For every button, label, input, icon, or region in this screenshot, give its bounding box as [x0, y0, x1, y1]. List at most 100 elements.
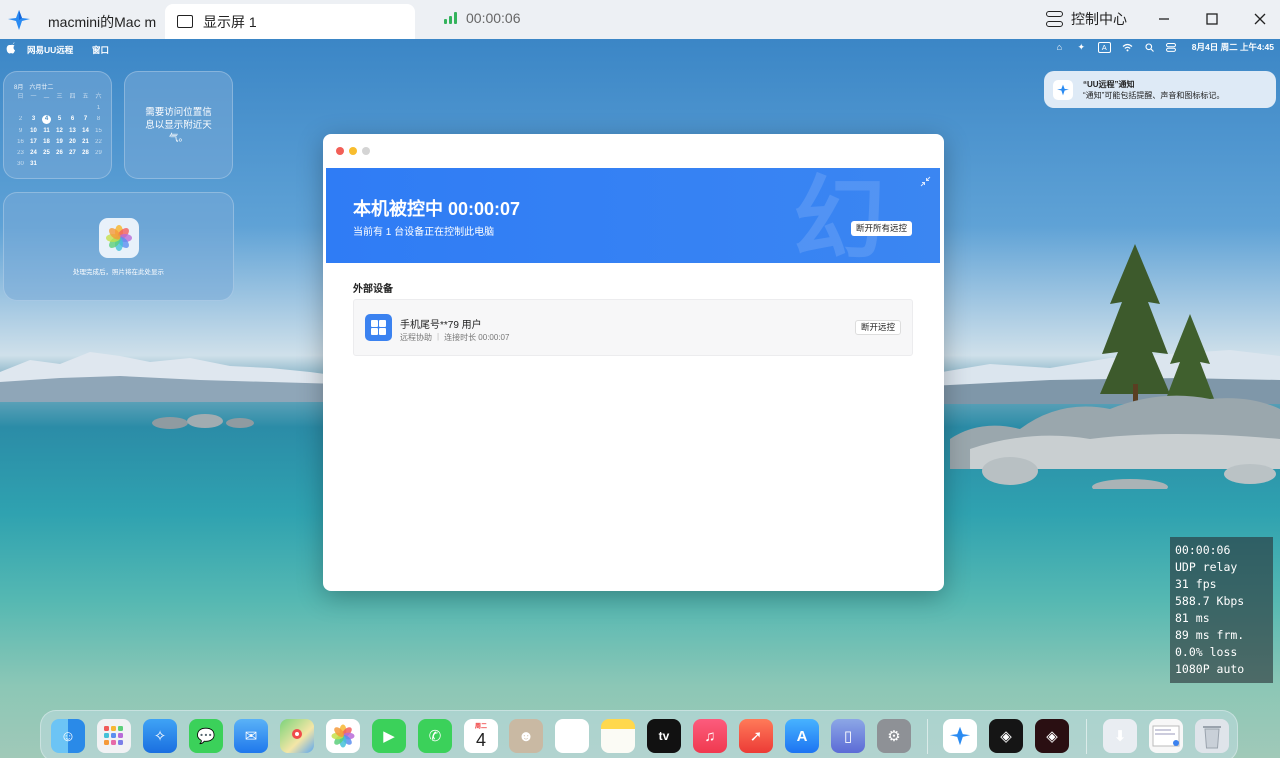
spotlight-search-icon[interactable] — [1144, 42, 1155, 53]
mac-dock: ☺ ✧ 💬 ✉ ▶ ✆ 周二 4 ☻ ≡ tv ♫ ➚ A ▯ ⚙ ◈ ◈ ⬇ — [40, 710, 1238, 758]
calendar-day — [53, 104, 66, 113]
disconnect-device-button[interactable]: 断开远控 — [854, 320, 901, 335]
windows-device-icon — [365, 314, 392, 341]
calendar-weekday: 三 — [56, 94, 63, 100]
calendar-day: 11 — [43, 127, 50, 134]
window-zoom-button[interactable] — [362, 147, 370, 155]
tab-display-1[interactable]: 显示屏 1 — [165, 4, 415, 39]
uu-remote-notification-icon — [1053, 79, 1073, 100]
messages-icon[interactable]: 💬 — [189, 719, 223, 753]
calendar-day: 14 — [82, 127, 89, 134]
device-name: 手机尾号**79 用户 — [400, 320, 482, 331]
control-center-button[interactable]: 控制中心 — [1046, 9, 1127, 29]
trash-icon[interactable] — [1195, 719, 1229, 753]
uu-menubar-icon[interactable]: ✦ — [1076, 42, 1087, 53]
uu-remote-icon[interactable] — [943, 719, 977, 753]
photos-icon[interactable] — [326, 719, 360, 753]
session-timer: 00:00:06 — [444, 10, 521, 26]
phone-icon[interactable]: ✆ — [418, 719, 452, 753]
minimize-button[interactable] — [1151, 7, 1177, 31]
dock-tv-label: tv — [658, 729, 670, 743]
mail-icon[interactable]: ✉ — [234, 719, 268, 753]
contacts-icon[interactable]: ☻ — [509, 719, 543, 753]
calendar-day — [14, 104, 27, 113]
client-title-bar: macmini的Mac m 显示屏 1 00:00:06 控制中心 — [0, 0, 1280, 39]
window-close-button[interactable] — [336, 147, 344, 155]
photos-flower-icon — [98, 217, 139, 258]
uu-remote-window: 幻 本机被控中 00:00:07 当前有 1 台设备正在控制此电脑 断开所有远控… — [323, 134, 944, 591]
session-timer-text: 00:00:06 — [466, 10, 521, 26]
photos-widget[interactable]: 处理完成后，照片将在此处显示 — [3, 192, 234, 301]
app-red-icon[interactable]: ◈ — [1035, 719, 1069, 753]
calendar-day: 20 — [69, 138, 76, 145]
disconnect-all-button[interactable]: 断开所有远控 — [850, 221, 912, 236]
calendar-day — [66, 104, 79, 113]
calendar-today: 4 — [42, 115, 51, 124]
close-icon — [1254, 13, 1266, 25]
calendar-grid: 日一二三四五六 1 2 3 4 5 6 7 8 9 10 11 12 13 14 15 16 17 18 19 20 21… — [14, 93, 111, 168]
stats-line: 89 ms frm. — [1175, 628, 1245, 642]
notification-title: “UU远程”通知 — [1083, 79, 1135, 89]
calendar-weekday: 六 — [95, 94, 102, 100]
control-center-icon[interactable] — [1166, 42, 1177, 53]
calendar-day: 19 — [56, 138, 63, 145]
calendar-weekday: 二 — [43, 94, 50, 100]
calendar-day: 5 — [57, 116, 62, 122]
downloads-icon[interactable]: ⬇ — [1103, 719, 1137, 753]
calendar-weekday: 一 — [30, 94, 37, 100]
calendar-widget[interactable]: 8月 六月廿二 日一二三四五六 1 2 3 4 5 6 7 8 9 10 11 12 13 14 15 16 17… — [3, 71, 112, 179]
controlled-status-subtitle: 当前有 1 台设备正在控制此电脑 — [353, 227, 495, 238]
calendar-icon[interactable]: 周二 4 — [464, 719, 498, 753]
stats-line: 00:00:06 — [1175, 543, 1231, 557]
window-traffic-lights — [336, 147, 370, 155]
controlled-status-banner: 幻 本机被控中 00:00:07 当前有 1 台设备正在控制此电脑 断开所有远控 — [326, 168, 940, 263]
keyboard-status-icon[interactable]: ⌂ — [1054, 42, 1065, 53]
launchpad-icon[interactable] — [97, 719, 131, 753]
calendar-day: 29 — [95, 149, 102, 156]
menu-window[interactable]: 窗口 — [92, 44, 109, 56]
remote-desktop[interactable]: 网易UU远程 窗口 ⌂ ✦ A 8月4日 周二 上午4:45 8月 六月廿二 日… — [0, 39, 1280, 758]
wifi-icon[interactable] — [1122, 42, 1133, 53]
calendar-weekday: 五 — [82, 94, 89, 100]
calendar-day: 23 — [17, 149, 24, 156]
signal-strength-icon — [444, 12, 457, 24]
uu-remote-logo-icon — [8, 10, 30, 30]
collapse-icon[interactable] — [920, 176, 931, 187]
window-minimize-button[interactable] — [349, 147, 357, 155]
maximize-button[interactable] — [1199, 7, 1225, 31]
maximize-icon — [1206, 13, 1218, 25]
weather-widget[interactable]: 需要访问位置信息以显示附近天气。 — [124, 71, 233, 179]
calendar-weekday: 日 — [17, 94, 24, 100]
app-dark-icon[interactable]: ◈ — [989, 719, 1023, 753]
appstore-icon[interactable]: A — [785, 719, 819, 753]
music-icon[interactable]: ♫ — [693, 719, 727, 753]
safari-icon[interactable]: ✧ — [143, 719, 177, 753]
notification-banner[interactable]: “UU远程”通知 “通知”可能包括提醒、声音和图标标记。 — [1044, 71, 1276, 108]
iphone-mirroring-icon[interactable]: ▯ — [831, 719, 865, 753]
tab-remote-label: macmini的Mac m — [48, 13, 157, 30]
menubar-datetime[interactable]: 8月4日 周二 上午4:45 — [1192, 41, 1274, 53]
menu-app-name[interactable]: 网易UU远程 — [27, 44, 73, 56]
stats-line: 31 fps — [1175, 577, 1217, 591]
close-button[interactable] — [1247, 7, 1273, 31]
input-source-icon[interactable]: A — [1097, 41, 1111, 53]
wallpaper-rocks-left — [152, 414, 254, 429]
finder-icon[interactable]: ☺ — [51, 719, 85, 753]
appletv-icon[interactable]: tv — [647, 719, 681, 753]
calendar-day — [40, 104, 53, 113]
apple-logo-icon[interactable] — [6, 42, 16, 54]
facetime-icon[interactable]: ▶ — [372, 719, 406, 753]
maps-icon[interactable] — [280, 719, 314, 753]
reminders-icon[interactable]: ≡ — [555, 719, 589, 753]
calendar-month: 8月 — [14, 85, 24, 91]
rocket-icon[interactable]: ➚ — [739, 719, 773, 753]
calendar-lunar: 六月廿二 — [29, 85, 54, 91]
dock-calendar-day: 4 — [475, 730, 486, 750]
calendar-day: 24 — [30, 149, 37, 156]
screenshot-icon[interactable] — [1149, 719, 1183, 753]
settings-icon[interactable]: ⚙ — [877, 719, 911, 753]
tab-remote-device[interactable]: macmini的Mac m — [40, 4, 162, 39]
notes-icon[interactable] — [601, 719, 635, 753]
calendar-day: 6 — [70, 116, 75, 122]
connection-stats-overlay: 00:00:06 UDP relay 31 fps 588.7 Kbps 81 ms 89… — [1170, 537, 1273, 683]
